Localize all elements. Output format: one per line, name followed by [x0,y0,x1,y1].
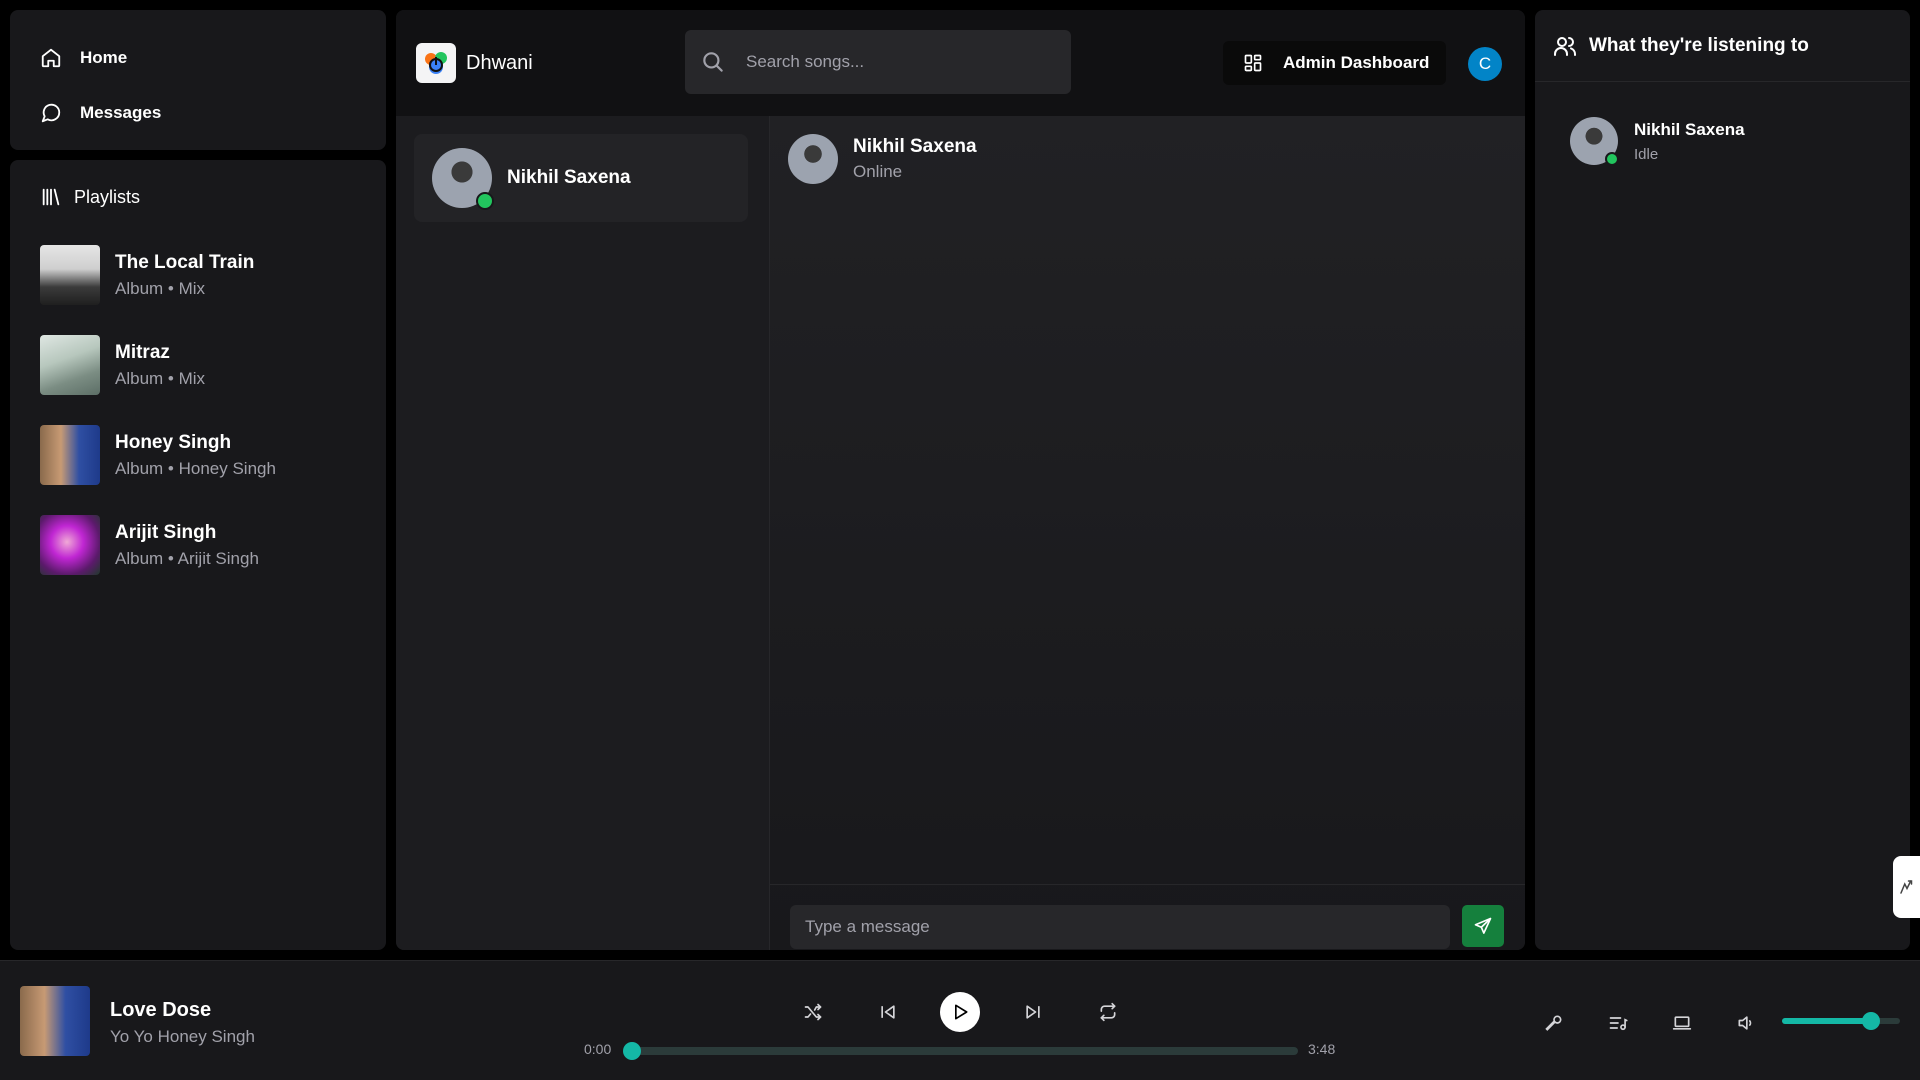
chat-contact-status: Online [853,162,903,181]
nav-home-label: Home [80,47,128,67]
play-icon [955,1004,968,1020]
friend-item[interactable]: Nikhil Saxena Idle [1570,117,1745,166]
users-list: Nikhil Saxena [396,116,770,950]
search-input[interactable] [746,52,1066,72]
friends-heading-label: What they're listening to [1589,34,1809,56]
playlist-thumbnail [40,335,100,395]
online-indicator [1605,152,1619,166]
chat-contact-name: Nikhil Saxena [853,136,977,157]
side-panel-tab[interactable] [1893,856,1920,918]
search-box[interactable] [685,30,1071,94]
volume-fill [1782,1018,1871,1024]
app-logo[interactable] [416,43,456,83]
playlists-heading: Playlists [40,182,356,212]
chat-area: Nikhil Saxena Online [770,116,1525,950]
logo-icon [425,52,447,74]
friends-activity-panel: What they're listening to Nikhil Saxena … [1535,10,1910,950]
online-indicator [476,192,494,210]
duration-time: 3:48 [1308,1041,1336,1057]
nav-home[interactable]: Home [40,30,356,85]
progress-thumb[interactable] [623,1042,641,1060]
send-button[interactable] [1462,905,1504,947]
playlist-item[interactable]: Mitraz Album • Mix [40,320,356,410]
top-bar: Dhwani Admin Dashboard C [396,10,1525,116]
skip-back-icon [881,1005,895,1019]
repeat-button[interactable] [1093,997,1123,1027]
admin-dashboard-button[interactable]: Admin Dashboard [1223,41,1446,85]
library-icon [42,188,60,206]
message-input[interactable] [790,905,1450,949]
microphone-icon [1545,1015,1562,1031]
playlist-subtitle: Album • Honey Singh [115,458,276,478]
friend-status: Idle [1634,145,1659,163]
volume-thumb[interactable] [1861,1012,1880,1030]
pen-icon [1899,880,1912,894]
playlist-title: Arijit Singh [115,521,217,543]
admin-dashboard-label: Admin Dashboard [1283,53,1430,72]
friends-heading: What they're listening to [1535,10,1910,82]
playlist-item[interactable]: Arijit Singh Album • Arijit Singh [40,500,356,590]
playlist-thumbnail [40,425,100,485]
queue-button[interactable] [1606,1011,1630,1035]
nav-card: Home Messages [10,10,386,150]
playlists-heading-label: Playlists [74,186,141,207]
now-playing-artist: Yo Yo Honey Singh [110,1027,255,1046]
volume-slider[interactable] [1782,1012,1900,1030]
users-icon [1554,36,1576,56]
playlist-subtitle: Album • Mix [115,368,206,388]
laptop-icon [1672,1016,1692,1030]
home-icon [41,48,61,67]
playlist-title: Mitraz [115,341,170,363]
search-icon [703,52,723,72]
lyrics-button[interactable] [1542,1011,1566,1035]
nav-messages[interactable]: Messages [40,85,356,140]
playlist-title: Honey Singh [115,431,232,453]
playlist-thumbnail [40,245,100,305]
playlist-item[interactable]: Honey Singh Album • Honey Singh [40,410,356,500]
current-time: 0:00 [584,1041,612,1057]
send-icon [1474,917,1492,934]
next-button[interactable] [1018,997,1048,1027]
brand-name: Dhwani [466,51,533,74]
playlist-item[interactable]: The Local Train Album • Mix [40,230,356,320]
previous-button[interactable] [873,997,903,1027]
queue-icon [1609,1017,1628,1031]
avatar [1570,117,1619,166]
now-playing-title: Love Dose [110,999,212,1021]
skip-forward-icon [1026,1005,1040,1019]
user-list-item[interactable]: Nikhil Saxena [414,134,748,222]
avatar [432,148,494,210]
main-panel: Dhwani Admin Dashboard C Nikhil Saxena N… [396,10,1525,950]
player-bar: Love Dose Yo Yo Honey Singh 0:00 3:48 [0,960,1920,1080]
user-avatar[interactable]: C [1468,47,1502,81]
message-icon [41,103,61,122]
now-playing-artwork [20,986,90,1056]
playlist-subtitle: Album • Mix [115,278,206,298]
playlist-subtitle: Album • Arijit Singh [115,548,259,568]
dashboard-icon [1244,54,1262,72]
nav-messages-label: Messages [80,102,162,122]
chat-header: Nikhil Saxena Online [788,134,977,184]
shuffle-icon [804,1003,822,1021]
progress-slider[interactable] [623,1042,1298,1060]
playlist-title: The Local Train [115,251,255,273]
volume-button[interactable] [1734,1011,1758,1035]
playlist-thumbnail [40,515,100,575]
playlists-card: Playlists The Local Train Album • Mix Mi… [10,160,386,950]
friend-name: Nikhil Saxena [1634,119,1745,139]
user-name: Nikhil Saxena [507,167,631,188]
volume-icon [1738,1016,1752,1030]
play-button[interactable] [940,992,980,1032]
shuffle-button[interactable] [798,997,828,1027]
avatar [788,134,838,184]
device-button[interactable] [1670,1011,1694,1035]
repeat-icon [1100,1002,1116,1022]
message-bar [770,884,1525,950]
